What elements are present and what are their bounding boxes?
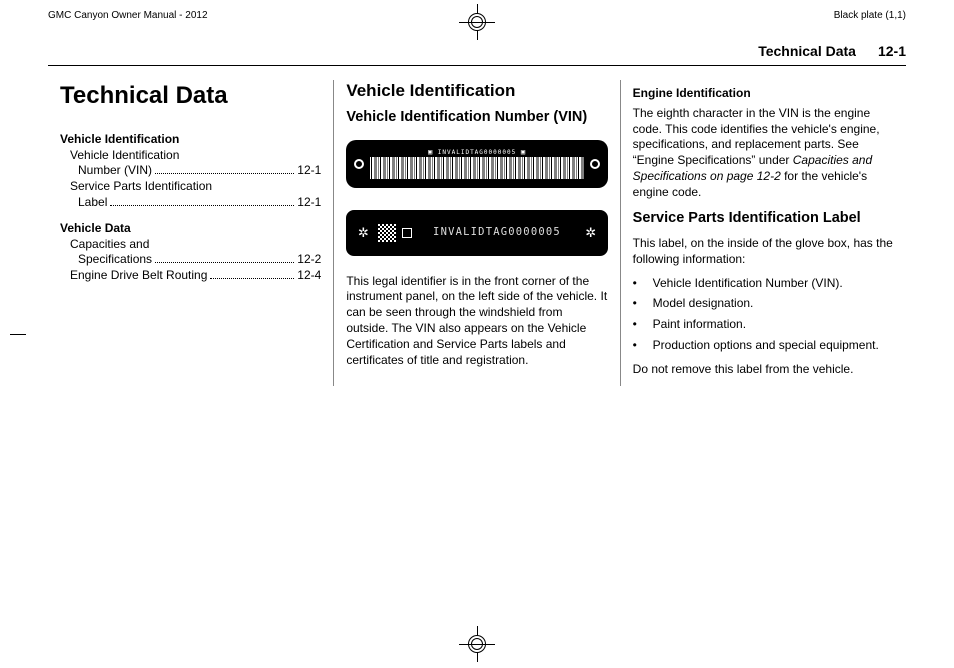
vin-top-text: ▣ INVALIDTAG0000005 ▣ xyxy=(428,148,526,157)
toc-label: Vehicle Identification xyxy=(60,148,179,164)
toc-label: Capacities and xyxy=(60,237,149,253)
manual-title: GMC Canyon Owner Manual - 2012 xyxy=(48,10,208,21)
list-item: •Paint information. xyxy=(633,317,894,333)
toc-label: Engine Drive Belt Routing xyxy=(60,268,207,284)
body-text: Do not remove this label from the vehicl… xyxy=(633,362,894,378)
toc-head-vehicle-id: Vehicle Identification xyxy=(60,132,321,148)
gear-icon: ✲ xyxy=(354,224,372,242)
toc-leader xyxy=(155,173,294,174)
column-2: Vehicle Identification Vehicle Identific… xyxy=(333,80,619,386)
body-text: The eighth character in the VIN is the e… xyxy=(633,106,894,201)
body-text: This legal identifier is in the front co… xyxy=(346,274,607,369)
rivet-icon xyxy=(354,159,364,169)
toc-page: 12-4 xyxy=(297,268,321,284)
toc-page: 12-2 xyxy=(297,252,321,268)
toc-head-vehicle-data: Vehicle Data xyxy=(60,221,321,237)
rivet-icon xyxy=(590,159,600,169)
toc-entry: Service Parts Identification Label 12-1 xyxy=(60,179,321,211)
toc-leader xyxy=(110,205,294,206)
bullet-icon: • xyxy=(633,338,653,354)
vin-plate-barcode: ▣ INVALIDTAG0000005 ▣ xyxy=(346,140,607,188)
toc-label: Label xyxy=(60,195,107,211)
crop-mark-bottom xyxy=(459,626,495,662)
subsection-heading: Vehicle Identification Number (VIN) xyxy=(346,108,607,127)
square-mark-icon xyxy=(402,228,412,238)
toc-leader xyxy=(155,262,294,263)
column-1: Technical Data Vehicle Identification Ve… xyxy=(48,80,333,386)
gear-icon: ✲ xyxy=(582,224,600,242)
list-item: •Production options and special equipmen… xyxy=(633,338,894,354)
toc-page: 12-1 xyxy=(297,163,321,179)
toc-label: Specifications xyxy=(60,252,152,268)
qr-icon xyxy=(378,224,396,242)
running-title: Technical Data xyxy=(758,43,856,59)
bullet-icon: • xyxy=(633,317,653,333)
list-item: •Model designation. xyxy=(633,296,894,312)
crop-mark-top xyxy=(459,4,495,40)
page-container: GMC Canyon Owner Manual - 2012 Black pla… xyxy=(0,0,954,406)
toc-entry: Capacities and Specifications 12-2 xyxy=(60,237,321,269)
toc-entry: Vehicle Identification Number (VIN) 12-1 xyxy=(60,148,321,180)
column-3: Engine Identification The eighth charact… xyxy=(620,80,906,386)
body-text: This label, on the inside of the glove b… xyxy=(633,236,894,268)
print-header: GMC Canyon Owner Manual - 2012 Black pla… xyxy=(48,10,906,25)
vin-plate-label: ✲ INVALIDTAG0000005 ✲ xyxy=(346,210,607,256)
toc-label: Number (VIN) xyxy=(60,163,152,179)
toc-leader xyxy=(210,278,294,279)
minor-heading: Engine Identification xyxy=(633,86,894,102)
vin-label-text: INVALIDTAG0000005 xyxy=(418,226,575,240)
bullet-icon: • xyxy=(633,276,653,292)
subsection-heading: Service Parts Identification Label xyxy=(633,209,894,228)
chapter-heading: Technical Data xyxy=(60,80,321,112)
toc-entry: Engine Drive Belt Routing 12-4 xyxy=(60,268,321,284)
running-pageno: 12-1 xyxy=(878,43,906,59)
bullet-icon: • xyxy=(633,296,653,312)
barcode-icon xyxy=(370,157,583,179)
content-columns: Technical Data Vehicle Identification Ve… xyxy=(48,80,906,386)
toc-label: Service Parts Identification xyxy=(60,179,212,195)
plate-label: Black plate (1,1) xyxy=(834,10,906,21)
section-heading: Vehicle Identification xyxy=(346,80,607,102)
info-list: •Vehicle Identification Number (VIN). •M… xyxy=(633,276,894,354)
toc-page: 12-1 xyxy=(297,195,321,211)
crop-mark-left xyxy=(10,334,26,335)
list-item: •Vehicle Identification Number (VIN). xyxy=(633,276,894,292)
